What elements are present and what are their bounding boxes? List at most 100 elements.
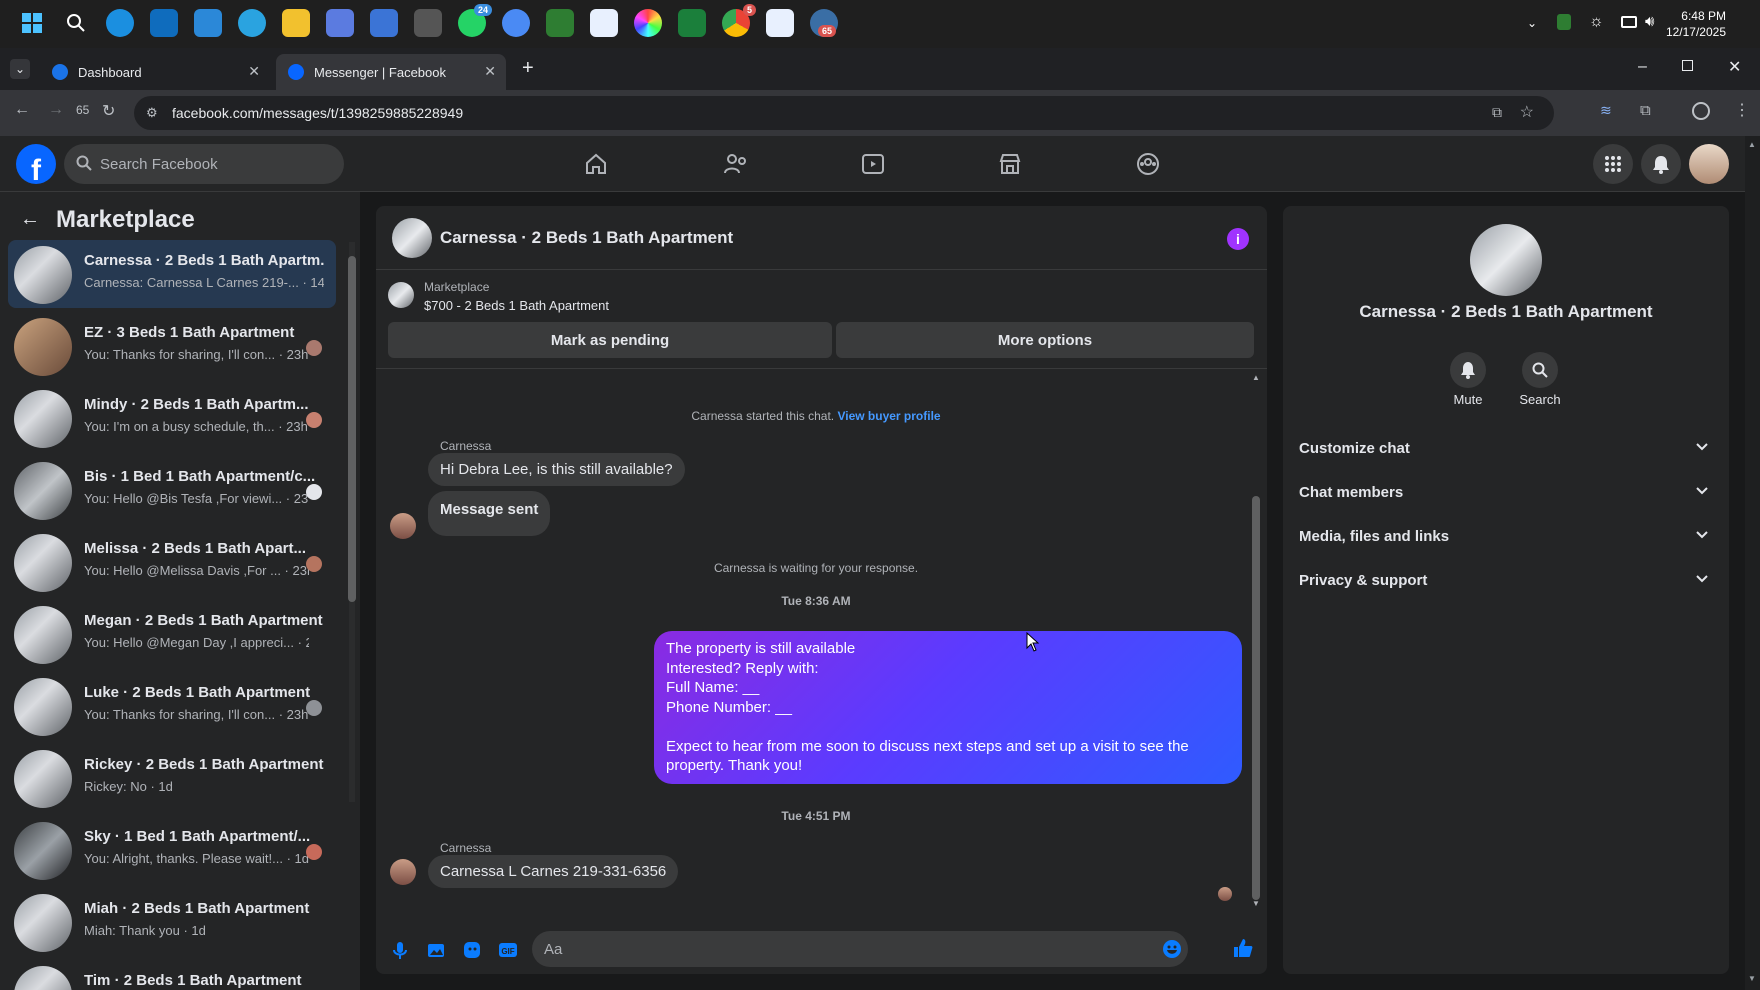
conversation-item[interactable]: Bis · 1 Bed 1 Bath Apartment/c... You: H…: [8, 456, 336, 524]
home-icon[interactable]: [582, 150, 610, 178]
sender-avatar[interactable]: [390, 859, 416, 885]
tab-search-icon[interactable]: ⌄: [10, 59, 30, 79]
tools-icon[interactable]: [414, 9, 442, 37]
extension-icon[interactable]: ≋: [1600, 102, 1612, 119]
mark-as-pending-button[interactable]: Mark as pending: [388, 322, 832, 358]
new-tab-icon[interactable]: +: [522, 57, 534, 80]
marketplace-icon[interactable]: [996, 150, 1024, 178]
color-app-icon[interactable]: [634, 9, 662, 37]
telegram-icon[interactable]: [238, 9, 266, 37]
install-app-icon[interactable]: ⧉: [1492, 104, 1502, 121]
store-icon[interactable]: [194, 9, 222, 37]
puzzle-icon[interactable]: ⧉: [1640, 102, 1651, 119]
app-icon[interactable]: [502, 9, 530, 37]
file-explorer-icon[interactable]: [282, 9, 310, 37]
scroll-down-icon[interactable]: ▼: [1252, 899, 1260, 908]
reload-icon[interactable]: ↻: [102, 101, 115, 121]
scroll-up-icon[interactable]: ▲: [1252, 373, 1260, 382]
minimize-icon[interactable]: –: [1638, 58, 1647, 76]
restore-icon[interactable]: [1682, 60, 1693, 71]
bookmark-star-icon[interactable]: ☆: [1520, 102, 1534, 122]
gif-icon[interactable]: GIF: [498, 940, 518, 960]
windows-start-icon[interactable]: [18, 9, 46, 37]
notifications-bell-icon[interactable]: [1641, 144, 1681, 184]
privacy-support-section[interactable]: Privacy & support: [1299, 560, 1713, 600]
chat-avatar[interactable]: [392, 218, 432, 258]
emoji-icon[interactable]: [1162, 939, 1182, 959]
conversation-item[interactable]: Megan · 2 Beds 1 Bath Apartment You: Hel…: [8, 600, 336, 668]
security-icon[interactable]: [1557, 14, 1571, 30]
chat-members-section[interactable]: Chat members: [1299, 472, 1713, 512]
search-facebook-input[interactable]: Search Facebook: [64, 144, 344, 184]
sticker-icon[interactable]: [462, 940, 482, 960]
close-window-icon[interactable]: ✕: [1728, 57, 1741, 77]
menu-grid-icon[interactable]: [1593, 144, 1633, 184]
conversation-item[interactable]: Melissa · 2 Beds 1 Bath Apart... You: He…: [8, 528, 336, 596]
close-tab-icon[interactable]: ✕: [484, 63, 496, 80]
incoming-message[interactable]: Hi Debra Lee, is this still available?: [428, 453, 685, 486]
close-tab-icon[interactable]: ✕: [248, 63, 260, 80]
conversation-item[interactable]: Carnessa · 2 Beds 1 Bath Apartm... Carne…: [8, 240, 336, 308]
listing-thumbnail[interactable]: [388, 282, 414, 308]
menu-kebab-icon[interactable]: ⋮: [1734, 100, 1750, 120]
account-avatar[interactable]: [1689, 144, 1729, 184]
facebook-logo-icon[interactable]: f: [16, 144, 56, 184]
photo-icon[interactable]: [426, 940, 446, 960]
forward-icon[interactable]: →: [48, 101, 64, 119]
outlook-icon[interactable]: [150, 9, 178, 37]
profile-icon[interactable]: [1692, 102, 1710, 120]
groups-icon[interactable]: [1134, 150, 1162, 178]
conversation-item[interactable]: Tim · 2 Beds 1 Bath Apartment: [8, 960, 336, 990]
clock[interactable]: 6:48 PM 12/17/2025: [1666, 8, 1726, 40]
page-scroll-up-icon[interactable]: ▲: [1748, 140, 1756, 149]
outgoing-message[interactable]: The property is still available Interest…: [654, 631, 1242, 784]
back-icon[interactable]: ←: [14, 101, 30, 119]
chevron-up-icon[interactable]: ⌄: [1527, 16, 1537, 30]
chat-scrollbar-thumb[interactable]: [1252, 496, 1260, 900]
microphone-icon[interactable]: [390, 940, 410, 960]
sail-app-icon-2[interactable]: [766, 9, 794, 37]
edge-icon[interactable]: [106, 9, 134, 37]
sender-avatar[interactable]: [390, 513, 416, 539]
network-icon[interactable]: [1621, 16, 1637, 28]
page-scrollbar[interactable]: ▲ ▼: [1745, 136, 1760, 990]
view-buyer-profile-link[interactable]: View buyer profile: [837, 409, 940, 423]
conversation-item[interactable]: Rickey · 2 Beds 1 Bath Apartment Rickey:…: [8, 744, 336, 812]
site-info-icon[interactable]: ⚙: [146, 105, 158, 121]
media-files-links-section[interactable]: Media, files and links: [1299, 516, 1713, 556]
back-arrow-icon[interactable]: ←: [20, 208, 40, 231]
friends-icon[interactable]: [722, 150, 750, 178]
page-scroll-down-icon[interactable]: ▼: [1748, 974, 1756, 983]
incoming-message[interactable]: Message sent: [428, 491, 551, 536]
volume-icon[interactable]: 🔊︎: [1645, 13, 1654, 30]
conversation-item[interactable]: Miah · 2 Beds 1 Bath Apartment Miah: Tha…: [8, 888, 336, 956]
tab-messenger[interactable]: Messenger | Facebook ✕: [276, 54, 506, 90]
conversation-item[interactable]: Luke · 2 Beds 1 Bath Apartment You: Than…: [8, 672, 336, 740]
more-options-button[interactable]: More options: [836, 322, 1254, 358]
lock-app-icon[interactable]: [546, 9, 574, 37]
notes-icon[interactable]: [326, 9, 354, 37]
customize-chat-section[interactable]: Customize chat: [1299, 428, 1713, 468]
whatsapp-icon[interactable]: 24: [458, 4, 492, 37]
conversation-item[interactable]: Sky · 1 Bed 1 Bath Apartment/... You: Al…: [8, 816, 336, 884]
incoming-message[interactable]: Carnessa L Carnes 219-331-6356: [428, 855, 679, 888]
thumbs-up-icon[interactable]: [1232, 937, 1253, 957]
mute-button[interactable]: [1450, 352, 1486, 388]
snipping-icon[interactable]: [370, 9, 398, 37]
omnibox[interactable]: ⚙ facebook.com/messages/t/13982598852289…: [134, 96, 1554, 130]
video-icon[interactable]: [859, 150, 887, 178]
conversation-scrollbar-thumb[interactable]: [348, 256, 356, 602]
sail-app-icon[interactable]: [590, 9, 618, 37]
chrome-icon[interactable]: 5: [722, 4, 756, 37]
infinity-app-icon[interactable]: [678, 9, 706, 37]
conversation-item[interactable]: Mindy · 2 Beds 1 Bath Apartm... You: I'm…: [8, 384, 336, 452]
conversation-item[interactable]: EZ · 3 Beds 1 Bath Apartment You: Thanks…: [8, 312, 336, 380]
info-icon[interactable]: i: [1227, 228, 1249, 250]
message-input[interactable]: Aa: [532, 931, 1188, 967]
brightness-icon[interactable]: ☼: [1589, 13, 1604, 31]
listing-photo[interactable]: [1470, 224, 1542, 296]
search-in-chat-button[interactable]: [1522, 352, 1558, 388]
search-icon[interactable]: [62, 9, 90, 37]
listing-price[interactable]: $700 - 2 Beds 1 Bath Apartment: [424, 298, 609, 313]
tab-dashboard[interactable]: Dashboard ✕: [40, 54, 270, 90]
